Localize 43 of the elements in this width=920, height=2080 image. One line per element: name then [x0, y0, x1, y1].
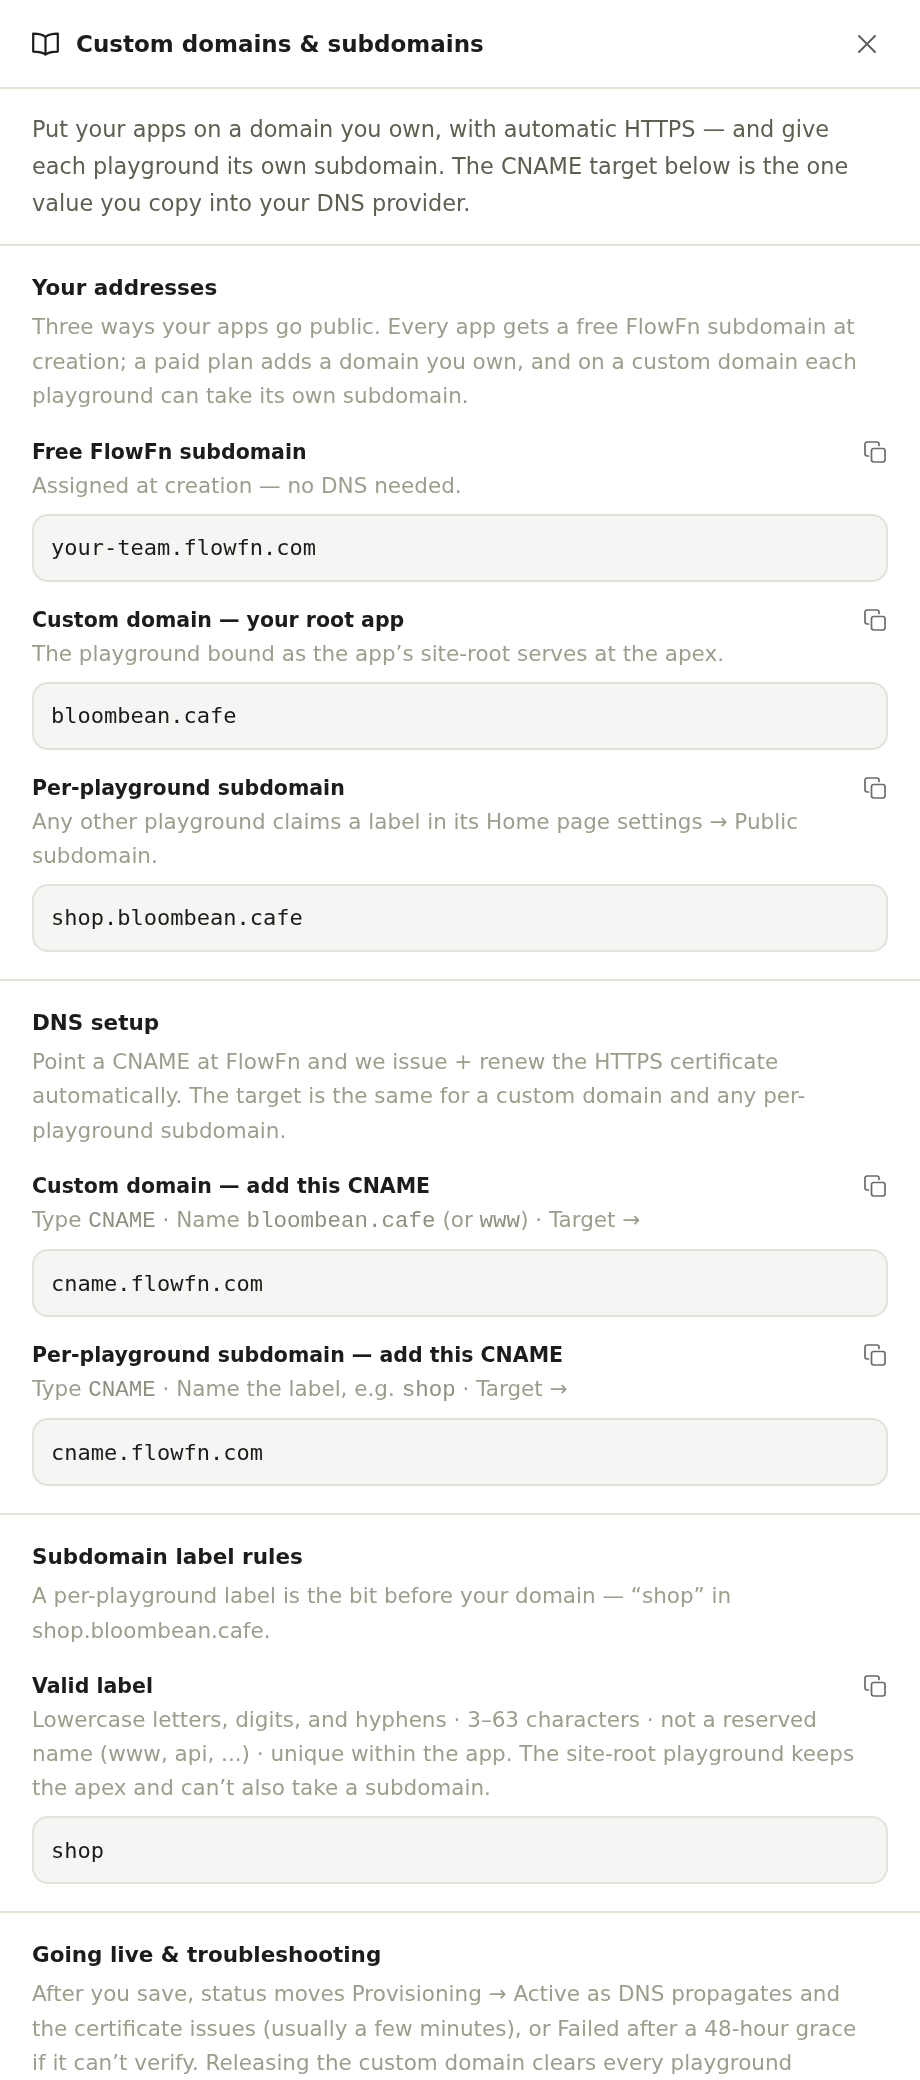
item-title: Per-playground subdomain — [32, 774, 345, 802]
close-icon — [858, 34, 876, 53]
field-hint: The playground bound as the app’s site-root serves at the apex. — [32, 639, 726, 668]
value-field[interactable]: bloombean.cafe — [32, 681, 888, 750]
copy-icon — [864, 1344, 886, 1366]
value-field[interactable]: shop.bloombean.cafe — [32, 883, 888, 952]
value-field[interactable]: your-team.flowfn.com — [32, 513, 888, 582]
copy-button[interactable] — [864, 608, 886, 631]
section-description: A per-playground label is the bit before your domain — “shop” in shop.bloombean.cafe. — [32, 1582, 733, 1645]
field-hint: Any other playground claims a label in its Home page settings → Public subdomain. — [32, 807, 799, 870]
section-heading: DNS setup — [32, 1008, 161, 1037]
section-heading: Your addresses — [32, 274, 219, 302]
field-hint: Lowercase letters, digits, and hyphens · 3–63 characters · not a reserved name (www, api, ...) · unique within the app. The site-root playground keeps the apex and can’t also take a subdomain. — [32, 1706, 856, 1802]
copy-icon — [864, 440, 886, 463]
field-hint: Type CNAME · Name the label, e.g. shop · Target → — [32, 1375, 569, 1405]
section-heading: Going live & troubleshooting — [32, 1941, 383, 1969]
intro-text: Put your apps on a domain you own, with automatic HTTPS — and give each playground its own subdomain. The CNAME target below is the one value you copy into your DNS provider. — [32, 115, 850, 218]
section-description: Point a CNAME at FlowFn and we issue + renew the HTTPS certificate automatically. The target is the same for a custom domain and any per-playground subdomain. — [32, 1047, 807, 1145]
item-title: Per-playground subdomain — add this CNAME — [32, 1342, 564, 1369]
field-hint: Type CNAME · Name bloombean.cafe (or www) · Target → — [32, 1206, 642, 1236]
copy-button[interactable] — [864, 440, 886, 463]
section-description: After you save, status moves Provisioning → Active as DNS propagates and the certificate issues (usually a few minutes), or Failed after a 48-hour grace if it can’t verify. Releasing the custom domain clears every playground — [32, 1980, 858, 2077]
close-button[interactable] — [858, 34, 876, 53]
value-field[interactable]: shop — [32, 1816, 888, 1884]
copy-button[interactable] — [864, 1675, 886, 1697]
copy-icon — [864, 776, 886, 799]
copy-icon — [864, 1675, 886, 1697]
item-title: Free FlowFn subdomain — [32, 438, 307, 466]
item-title: Custom domain — your root app — [32, 606, 405, 634]
section-heading: Subdomain label rules — [32, 1543, 304, 1571]
value-field[interactable]: cname.flowfn.com — [32, 1249, 888, 1317]
section-description: Three ways your apps go public. Every app gets a free FlowFn subdomain at creation; a paid plan adds a domain you own, and on a custom domain each playground can take its own subdomain. — [32, 313, 858, 410]
item-title: Valid label — [32, 1673, 153, 1700]
book-icon — [32, 31, 59, 56]
copy-button[interactable] — [864, 1344, 886, 1366]
field-hint: Assigned at creation — no DNS needed. — [32, 471, 463, 500]
copy-icon — [864, 1175, 886, 1197]
item-title: Custom domain — add this CNAME — [32, 1173, 431, 1200]
copy-icon — [864, 608, 886, 631]
copy-button[interactable] — [864, 1175, 886, 1197]
value-field[interactable]: cname.flowfn.com — [32, 1418, 888, 1486]
copy-button[interactable] — [864, 776, 886, 799]
dialog-title: Custom domains & subdomains — [76, 29, 485, 59]
